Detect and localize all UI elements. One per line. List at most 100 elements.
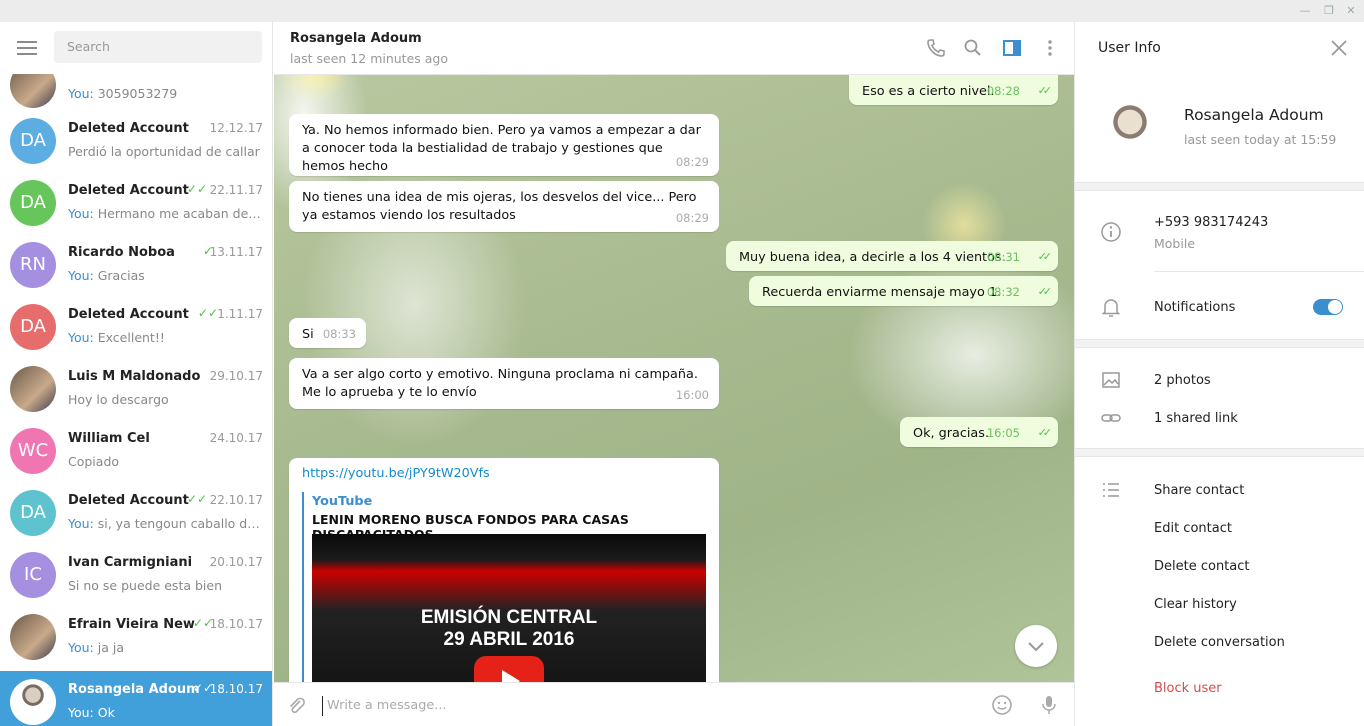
chat-item[interactable]: DA Deleted Account 12.12.17 Perdió la op… [0, 110, 272, 172]
photo-icon [1102, 372, 1120, 388]
clear-history-button[interactable]: Clear history [1154, 597, 1237, 612]
read-checks-icon: ✓✓ [186, 492, 207, 506]
search-input[interactable]: Search [54, 31, 262, 63]
message-in: No tienes una idea de mis ojeras, los de… [289, 181, 719, 232]
edit-contact-button[interactable]: Edit contact [1154, 521, 1232, 536]
chat-item[interactable]: RN Ricardo Noboa ✓ 13.11.17 You: Gracias [0, 234, 272, 296]
chat-name: Ricardo Noboa [68, 245, 175, 260]
scroll-down-icon[interactable] [1015, 625, 1057, 667]
close-icon[interactable] [1330, 39, 1348, 57]
hamburger-menu-icon[interactable] [17, 41, 37, 55]
chat-item[interactable]: DA Deleted Account ✓✓ 1.11.17 You: Excel… [0, 296, 272, 358]
chat-item[interactable]: Efrain Vieira New ✓✓ 18.10.17 You: ja ja [0, 606, 272, 668]
chat-name: Deleted Account [68, 307, 189, 322]
close-window-icon[interactable]: ✕ [1340, 3, 1362, 19]
avatar: DA [10, 490, 56, 536]
message-in: Ya. No hemos informado bien. Pero ya vam… [289, 114, 719, 176]
block-user-button[interactable]: Block user [1154, 681, 1222, 696]
avatar: WC [10, 428, 56, 474]
message-input[interactable]: Write a message... [322, 696, 972, 716]
share-contact-button[interactable]: Share contact [1154, 483, 1244, 498]
avatar: DA [10, 118, 56, 164]
read-checks-icon: ✓✓ [197, 306, 218, 320]
chat-name: Ivan Carmigniani [68, 555, 193, 570]
link-url[interactable]: https://youtu.be/jPY9tW20Vfs [302, 466, 490, 481]
chat-date: 12.12.17 [209, 121, 263, 135]
chat-header: Rosangela Adoum last seen 12 minutes ago [274, 22, 1074, 75]
notifications-toggle[interactable] [1313, 299, 1343, 315]
attach-icon[interactable] [286, 695, 306, 715]
chat-date: 18.10.17 [209, 682, 263, 696]
read-checks-icon: ✓✓ [1037, 285, 1053, 298]
delete-contact-button[interactable]: Delete contact [1154, 559, 1250, 574]
chat-item[interactable]: Luis M Maldonado 29.10.17 Hoy lo descarg… [0, 358, 272, 420]
chat-title[interactable]: Rosangela Adoum [290, 31, 422, 46]
chat-name: Deleted Account [68, 183, 189, 198]
phone-label: Mobile [1154, 236, 1196, 251]
message-out: Eso es a cierto nivel. 08:28 ✓✓ [849, 75, 1058, 105]
avatar: RN [10, 242, 56, 288]
chat-name: Efrain Vieira New [68, 617, 195, 632]
profile-avatar[interactable] [1095, 94, 1165, 164]
chat-item[interactable]: WC William Cel 24.10.17 Copiado [0, 420, 272, 482]
notifications-label: Notifications [1154, 300, 1236, 315]
chat-date: 13.11.17 [209, 245, 263, 259]
chat-preview: You: Hermano me acaban de ll... [68, 206, 264, 221]
chat-date: 24.10.17 [209, 431, 263, 445]
chat-date: 22.10.17 [209, 493, 263, 507]
read-checks-icon: ✓✓ [1037, 84, 1053, 97]
chat-date: 1.11.17 [217, 307, 263, 321]
message-out: Recuerda enviarme mensaje mayo 1. 08:32 ✓… [749, 276, 1058, 306]
section-separator [1075, 339, 1364, 348]
section-separator [1075, 448, 1364, 457]
phone-icon[interactable] [926, 38, 946, 58]
chat-item[interactable]: DA Deleted Account ✓✓ 22.11.17 You: Herm… [0, 172, 272, 234]
chat-item[interactable]: IC Ivan Carmigniani 20.10.17 Si no se pu… [0, 544, 272, 606]
link-preview-message: https://youtu.be/jPY9tW20Vfs YouTube LEN… [289, 458, 719, 682]
search-icon[interactable] [963, 38, 983, 58]
message-in: Va a ser algo corto y emotivo. Ninguna p… [289, 358, 719, 409]
sidebar-toggle-icon[interactable] [1002, 38, 1022, 58]
chat-sidebar: You: 3059053279 DA Deleted Account 12.12… [0, 22, 273, 726]
link-accent-bar [302, 492, 304, 682]
chat-item[interactable]: DA Deleted Account ✓✓ 22.10.17 You: si, … [0, 482, 272, 544]
video-thumbnail[interactable]: EMISIÓN CENTRAL 29 ABRIL 2016 [312, 534, 706, 682]
more-vertical-icon[interactable] [1040, 38, 1060, 58]
shared-links[interactable]: 1 shared link [1154, 411, 1238, 426]
avatar [10, 366, 56, 412]
chat-item-active[interactable]: Rosangela Adoum ✓✓ 18.10.17 You: Ok [0, 671, 272, 726]
avatar: DA [10, 180, 56, 226]
window-titlebar: — ❐ ✕ [0, 0, 1364, 22]
phone-number[interactable]: +593 983174243 [1154, 215, 1268, 230]
list-icon [1103, 483, 1119, 497]
panel-title: User Info [1098, 40, 1161, 56]
sidebar-header: Search [0, 22, 272, 74]
info-icon [1101, 222, 1121, 242]
play-icon[interactable] [474, 656, 544, 682]
chat-preview: Copiado [68, 454, 120, 469]
emoji-icon[interactable] [991, 694, 1013, 716]
link-site: YouTube [312, 494, 373, 509]
shared-photos[interactable]: 2 photos [1154, 373, 1211, 388]
read-checks-icon: ✓✓ [186, 182, 207, 196]
minimize-icon[interactable]: — [1294, 3, 1316, 19]
chat-preview: You: Excellent!! [68, 330, 165, 345]
delete-conversation-button[interactable]: Delete conversation [1154, 635, 1285, 650]
chat-preview: You: Gracias [68, 268, 145, 283]
avatar [10, 614, 56, 660]
microphone-icon[interactable] [1039, 694, 1059, 716]
chat-preview: You: si, ya tengoun caballo de t... [68, 516, 264, 531]
read-checks-icon: ✓✓ [1037, 426, 1053, 439]
chat-date: 18.10.17 [209, 617, 263, 631]
restore-icon[interactable]: ❐ [1318, 3, 1340, 19]
chat-name: Luis M Maldonado [68, 369, 201, 384]
chat-name: William Cel [68, 431, 150, 446]
chat-name: Rosangela Adoum [68, 682, 200, 697]
chat-panel: Rosangela Adoum last seen 12 minutes ago… [274, 22, 1074, 726]
chat-name: Deleted Account [68, 121, 189, 136]
message-composer: Write a message... [274, 682, 1074, 726]
read-checks-icon: ✓✓ [1037, 250, 1053, 263]
chat-preview: You: ja ja [68, 640, 124, 655]
chat-date: 22.11.17 [209, 183, 263, 197]
message-history[interactable]: Eso es a cierto nivel. 08:28 ✓✓ Ya. No he… [274, 75, 1074, 682]
